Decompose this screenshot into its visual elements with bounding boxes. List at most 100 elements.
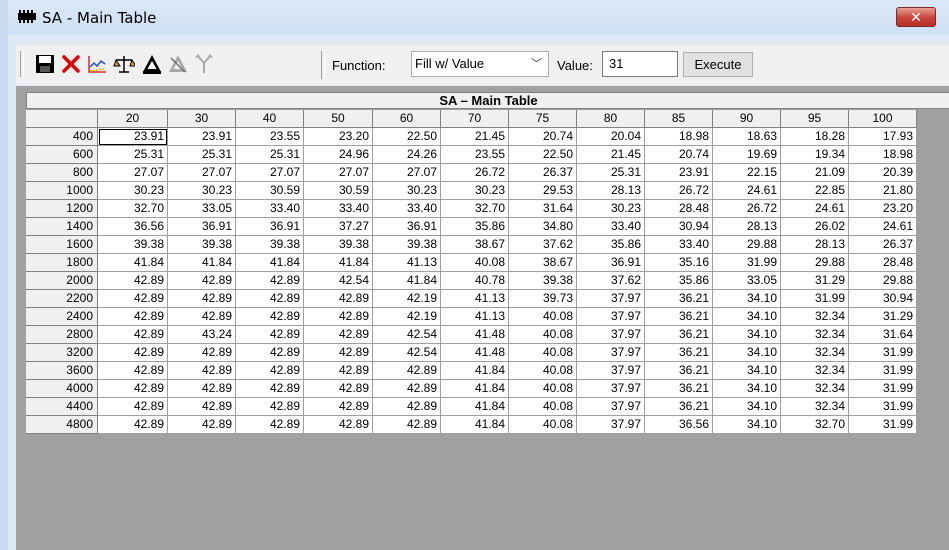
table-cell[interactable]: 18.98 [849,146,917,164]
table-cell[interactable]: 39.38 [509,272,577,290]
table-cell[interactable]: 24.96 [304,146,373,164]
table-cell[interactable]: 42.89 [304,362,373,380]
row-header[interactable]: 4400 [26,398,98,416]
table-cell[interactable]: 33.40 [304,200,373,218]
table-cell[interactable]: 36.21 [645,398,713,416]
table-cell[interactable]: 42.89 [236,362,304,380]
table-cell[interactable]: 31.64 [509,200,577,218]
table-cell[interactable]: 31.99 [849,398,917,416]
table-cell[interactable]: 36.21 [645,344,713,362]
table-cell[interactable]: 42.89 [373,416,441,434]
table-cell[interactable]: 42.89 [236,416,304,434]
table-cell[interactable]: 42.89 [98,272,168,290]
table-cell[interactable]: 37.97 [577,416,645,434]
table-cell[interactable]: 42.89 [304,326,373,344]
table-cell[interactable]: 28.13 [577,182,645,200]
table-cell[interactable]: 33.40 [577,218,645,236]
table-cell[interactable]: 41.84 [441,398,509,416]
table-cell[interactable]: 40.08 [509,344,577,362]
table-cell[interactable]: 42.89 [98,326,168,344]
table-cell[interactable]: 24.61 [849,218,917,236]
table-cell[interactable]: 40.08 [509,416,577,434]
table-cell[interactable]: 41.84 [441,362,509,380]
table-cell[interactable]: 23.55 [441,146,509,164]
table-cell[interactable]: 38.67 [441,236,509,254]
table-cell[interactable]: 27.07 [98,164,168,182]
column-header[interactable]: 85 [645,110,713,128]
table-cell[interactable]: 20.74 [645,146,713,164]
table-cell[interactable]: 40.08 [509,308,577,326]
row-header[interactable]: 1000 [26,182,98,200]
table-cell[interactable]: 42.89 [304,344,373,362]
table-cell[interactable]: 42.89 [98,308,168,326]
table-cell[interactable]: 36.56 [98,218,168,236]
table-cell[interactable]: 23.91 [98,128,168,146]
table-cell[interactable]: 25.31 [98,146,168,164]
table-cell[interactable]: 18.28 [781,128,849,146]
table-cell[interactable]: 26.02 [781,218,849,236]
table-cell[interactable]: 20.04 [577,128,645,146]
table-cell[interactable]: 30.23 [577,200,645,218]
table-cell[interactable]: 31.64 [849,326,917,344]
table-cell[interactable]: 41.84 [236,254,304,272]
table-cell[interactable]: 39.38 [168,236,236,254]
table-cell[interactable]: 32.34 [781,380,849,398]
table-cell[interactable]: 33.40 [236,200,304,218]
table-cell[interactable]: 18.98 [645,128,713,146]
table-cell[interactable]: 36.21 [645,326,713,344]
table-cell[interactable]: 34.10 [713,380,781,398]
column-header[interactable]: 50 [304,110,373,128]
table-cell[interactable]: 42.89 [304,308,373,326]
table-cell[interactable]: 29.88 [849,272,917,290]
table-cell[interactable]: 42.54 [304,272,373,290]
title-bar[interactable]: SA - Main Table ✕ [8,0,949,34]
table-cell[interactable]: 33.40 [373,200,441,218]
table-cell[interactable]: 40.08 [509,362,577,380]
table-cell[interactable]: 25.31 [168,146,236,164]
table-cell[interactable]: 34.80 [509,218,577,236]
row-header[interactable]: 4800 [26,416,98,434]
table-cell[interactable]: 39.38 [236,236,304,254]
row-header[interactable]: 4000 [26,380,98,398]
table-cell[interactable]: 36.21 [645,380,713,398]
table-cell[interactable]: 30.23 [441,182,509,200]
table-cell[interactable]: 26.37 [509,164,577,182]
table-cell[interactable]: 37.62 [509,236,577,254]
table-cell[interactable]: 25.31 [577,164,645,182]
table-cell[interactable]: 34.10 [713,290,781,308]
save-icon[interactable] [34,53,56,75]
table-cell[interactable]: 19.34 [781,146,849,164]
table-cell[interactable]: 38.67 [509,254,577,272]
table-cell[interactable]: 32.34 [781,344,849,362]
table-cell[interactable]: 42.89 [168,308,236,326]
table-cell[interactable]: 17.93 [849,128,917,146]
table-cell[interactable]: 30.23 [98,182,168,200]
table-cell[interactable]: 23.55 [236,128,304,146]
table-cell[interactable]: 41.13 [441,290,509,308]
table-cell[interactable]: 42.89 [98,398,168,416]
table-cell[interactable]: 26.37 [849,236,917,254]
table-cell[interactable]: 26.72 [645,182,713,200]
table-cell[interactable]: 21.45 [441,128,509,146]
table-cell[interactable]: 35.16 [645,254,713,272]
table-cell[interactable]: 41.84 [98,254,168,272]
row-header[interactable]: 3600 [26,362,98,380]
table-cell[interactable]: 21.45 [577,146,645,164]
table-cell[interactable]: 20.74 [509,128,577,146]
table-cell[interactable]: 42.89 [98,344,168,362]
table-cell[interactable]: 36.91 [168,218,236,236]
table-cell[interactable]: 36.91 [373,218,441,236]
table-cell[interactable]: 42.89 [236,344,304,362]
table-cell[interactable]: 35.86 [577,236,645,254]
table-cell[interactable]: 42.89 [168,272,236,290]
table-cell[interactable]: 42.89 [373,362,441,380]
table-cell[interactable]: 34.10 [713,362,781,380]
table-cell[interactable]: 41.84 [441,380,509,398]
row-header[interactable]: 800 [26,164,98,182]
table-cell[interactable]: 31.99 [781,290,849,308]
table-cell[interactable]: 30.23 [373,182,441,200]
table-cell[interactable]: 21.09 [781,164,849,182]
graph-icon[interactable] [86,53,108,75]
table-cell[interactable]: 24.61 [713,182,781,200]
table-cell[interactable]: 32.34 [781,308,849,326]
